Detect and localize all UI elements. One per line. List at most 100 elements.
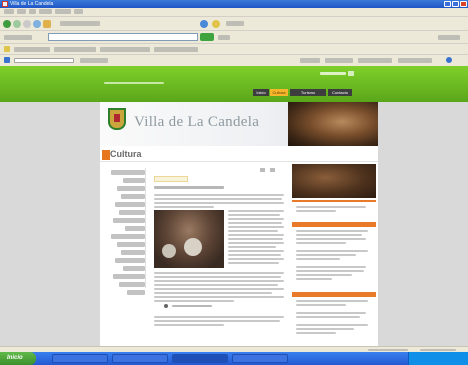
browser-window: Villa de La Candela Inicio Cultura Turis…	[0, 0, 468, 365]
news-divider	[292, 200, 376, 202]
header-search-input[interactable]	[320, 72, 346, 75]
left-nav-link[interactable]	[113, 274, 145, 279]
toolbar-button[interactable]	[358, 58, 392, 63]
header-tagline	[104, 82, 164, 84]
section-title: Cultura	[110, 149, 142, 159]
site-banner: Villa de La Candela	[100, 102, 378, 146]
left-nav-link[interactable]	[127, 290, 145, 295]
left-nav-link[interactable]	[123, 178, 145, 183]
taskbar-item[interactable]	[172, 354, 228, 363]
email-icon[interactable]	[270, 168, 275, 172]
search-toolbar	[0, 55, 468, 66]
link-item[interactable]	[14, 47, 50, 52]
web-page: Inicio Cultura Turismo Contacto Villa de…	[0, 66, 468, 352]
left-nav-link[interactable]	[121, 194, 145, 199]
left-nav-link[interactable]	[115, 202, 145, 207]
toolbar	[0, 17, 468, 31]
toolbar-button[interactable]	[325, 58, 353, 63]
nav-item-cultura[interactable]: Cultura	[270, 89, 288, 96]
toolbar-button[interactable]	[300, 58, 320, 63]
left-nav-link[interactable]	[113, 218, 145, 223]
favorites-icon[interactable]	[212, 20, 220, 28]
menu-item-file[interactable]	[4, 9, 14, 14]
toolbar-button[interactable]	[80, 58, 108, 63]
links-bar	[0, 44, 468, 55]
photo-caption-icon	[164, 304, 168, 308]
address-input[interactable]	[48, 33, 198, 41]
taskbar-item[interactable]	[232, 354, 288, 363]
toolbar-search-input[interactable]	[14, 58, 74, 63]
news-list	[296, 230, 372, 280]
favorites-star-icon	[4, 46, 10, 52]
left-nav-link[interactable]	[111, 170, 145, 175]
link-item[interactable]	[100, 47, 150, 52]
system-tray	[408, 352, 468, 365]
menu-item-view[interactable]	[29, 9, 36, 14]
article	[150, 164, 288, 352]
status-zoom[interactable]	[420, 349, 456, 351]
stop-icon[interactable]	[23, 20, 31, 28]
menu-item-edit[interactable]	[17, 9, 26, 14]
header-search-button[interactable]	[348, 71, 354, 76]
section-header: Cultura	[100, 148, 378, 162]
search-icon[interactable]	[200, 20, 208, 28]
menu-item-favorites[interactable]	[39, 9, 52, 14]
banner-title: Villa de La Candela	[134, 114, 260, 130]
back-icon[interactable]	[3, 20, 11, 28]
nav-item-inicio[interactable]: Inicio	[253, 89, 269, 96]
menu-item-tools[interactable]	[55, 9, 71, 14]
toolbar-logo-icon	[4, 57, 10, 63]
news-blurb	[296, 206, 372, 212]
go-button[interactable]	[200, 33, 214, 41]
nav-item-contacto[interactable]: Contacto	[328, 89, 352, 96]
left-nav-link[interactable]	[125, 226, 145, 231]
toolbar-label	[226, 21, 244, 26]
nav-item-turismo[interactable]: Turismo	[290, 89, 326, 96]
left-nav-link[interactable]	[117, 242, 145, 247]
taskbar-item[interactable]	[52, 354, 108, 363]
article-intro	[154, 194, 284, 208]
article-body	[154, 272, 284, 304]
photo-detail	[184, 238, 202, 256]
home-icon[interactable]	[43, 20, 51, 28]
left-nav-link[interactable]	[115, 258, 145, 263]
minimize-button[interactable]	[444, 1, 451, 7]
taskbar-item[interactable]	[112, 354, 168, 363]
section-icon	[102, 150, 110, 160]
start-button[interactable]: Inicio	[0, 352, 36, 365]
links-label	[438, 35, 460, 40]
refresh-icon[interactable]	[33, 20, 41, 28]
toolbar-extension-icon[interactable]	[446, 57, 452, 63]
print-icon[interactable]	[260, 168, 265, 172]
window-title: Villa de La Candela	[10, 1, 54, 7]
close-button[interactable]	[460, 1, 467, 7]
left-nav-link[interactable]	[121, 250, 145, 255]
forward-icon[interactable]	[13, 20, 21, 28]
address-label	[4, 35, 32, 40]
menu-item-help[interactable]	[74, 9, 83, 14]
taskbar: Inicio	[0, 352, 468, 365]
menu-bar	[0, 8, 468, 17]
browser-app-icon	[2, 1, 8, 7]
article-title	[154, 186, 224, 189]
left-nav-link[interactable]	[111, 234, 145, 239]
article-kicker	[154, 176, 188, 182]
link-item[interactable]	[54, 47, 96, 52]
news-column	[292, 164, 376, 352]
article-footer-text	[154, 316, 284, 326]
left-nav-link[interactable]	[117, 186, 145, 191]
left-navigation	[102, 168, 146, 295]
photo-caption	[172, 305, 212, 307]
maximize-button[interactable]	[452, 1, 459, 7]
toolbar-button[interactable]	[398, 58, 432, 63]
left-nav-link[interactable]	[119, 210, 145, 215]
toolbar-label	[60, 21, 100, 26]
left-nav-link[interactable]	[119, 282, 145, 287]
left-nav-link[interactable]	[123, 266, 145, 271]
municipal-crest-icon	[108, 108, 126, 130]
link-item[interactable]	[154, 47, 198, 52]
banner-photo	[288, 102, 378, 146]
article-text-column	[228, 210, 284, 266]
article-photo	[154, 210, 224, 268]
news-photo	[292, 164, 376, 198]
